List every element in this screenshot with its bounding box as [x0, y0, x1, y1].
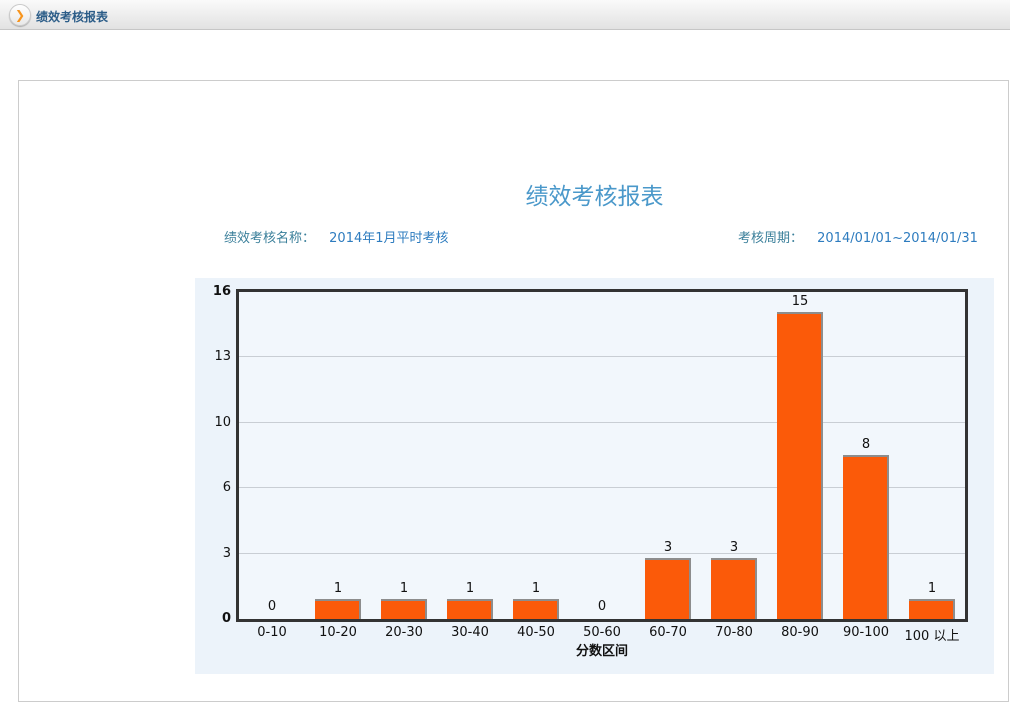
x-tick-label: 30-40 — [437, 625, 503, 641]
assessment-name-value: 2014年1月平时考核 — [329, 231, 448, 246]
x-axis-title: 分数区间 — [239, 640, 965, 659]
bar — [513, 599, 559, 619]
bar-value-label: 1 — [899, 581, 965, 596]
y-tick-label: 10 — [195, 415, 231, 431]
bar — [909, 599, 955, 619]
bar — [447, 599, 493, 619]
y-tick-label: 16 — [195, 284, 231, 300]
bar — [711, 558, 757, 619]
x-tick-label: 0-10 — [239, 625, 305, 641]
bar — [645, 558, 691, 619]
assessment-name-field: 绩效考核名称： 2014年1月平时考核 — [224, 227, 449, 246]
x-tick-label: 10-20 — [305, 625, 371, 641]
x-tick-label: 100 以上 — [899, 625, 965, 641]
gridline — [239, 422, 965, 423]
top-breadcrumb-bar: ❯ 绩效考核报表 — [0, 0, 1010, 30]
chevron-right-icon: ❯ — [9, 4, 31, 26]
bar-value-label: 15 — [767, 294, 833, 309]
bar-value-label: 8 — [833, 437, 899, 452]
x-tick-label: 40-50 — [503, 625, 569, 641]
report-title: 绩效考核报表 — [195, 177, 994, 211]
x-axis: 0-1010-2020-3030-4040-5050-6060-7070-808… — [239, 625, 965, 641]
bar-value-label: 0 — [239, 599, 305, 614]
assessment-name-label: 绩效考核名称： — [224, 231, 315, 246]
bar-value-label: 1 — [371, 581, 437, 596]
gridline — [239, 356, 965, 357]
x-tick-label: 90-100 — [833, 625, 899, 641]
assessment-period-label: 考核周期： — [738, 231, 803, 246]
y-tick-label: 3 — [195, 546, 231, 562]
bar-value-label: 1 — [437, 581, 503, 596]
y-tick-label: 6 — [195, 480, 231, 496]
x-tick-label: 60-70 — [635, 625, 701, 641]
x-tick-label: 20-30 — [371, 625, 437, 641]
bar-value-label: 3 — [635, 540, 701, 555]
report-panel: 绩效考核报表 绩效考核名称： 2014年1月平时考核 考核周期： 2014/01… — [18, 80, 1009, 702]
y-tick-label: 13 — [195, 349, 231, 365]
bar — [315, 599, 361, 619]
bar-value-label: 3 — [701, 540, 767, 555]
x-tick-label: 50-60 — [569, 625, 635, 641]
bar — [777, 312, 823, 619]
bar-value-label: 1 — [305, 581, 371, 596]
assessment-period-field: 考核周期： 2014/01/01~2014/01/31 — [738, 227, 978, 246]
y-tick-label: 0 — [195, 611, 231, 627]
score-distribution-chart: 011110331581 036101316 0-1010-2020-3030-… — [195, 278, 994, 674]
bar-value-label: 1 — [503, 581, 569, 596]
x-tick-label: 70-80 — [701, 625, 767, 641]
breadcrumb-title: 绩效考核报表 — [36, 8, 108, 25]
bar — [381, 599, 427, 619]
bar-value-label: 0 — [569, 599, 635, 614]
x-tick-label: 80-90 — [767, 625, 833, 641]
plot-area: 011110331581 — [236, 289, 968, 622]
bar — [843, 455, 889, 619]
assessment-period-value: 2014/01/01~2014/01/31 — [817, 231, 978, 246]
